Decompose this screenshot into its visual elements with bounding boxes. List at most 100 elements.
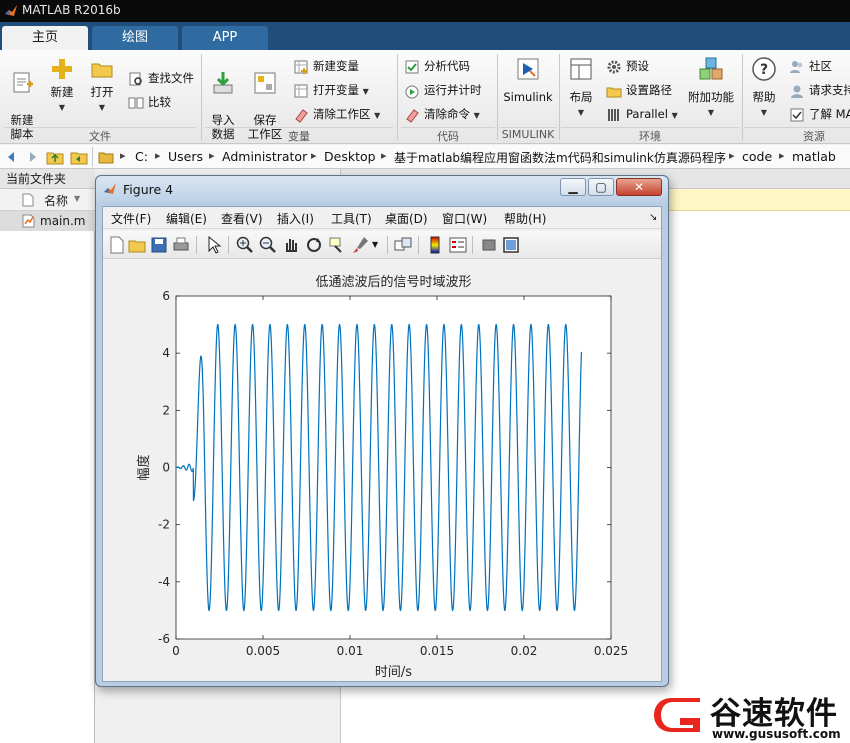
menu-edit[interactable]: 编辑(E) bbox=[166, 210, 207, 227]
open-variable-button[interactable]: 打开变量 ▼ bbox=[293, 80, 369, 100]
save-icon[interactable] bbox=[149, 235, 169, 255]
parallel-caret[interactable]: ▼ bbox=[672, 111, 678, 120]
analyze-code-icon bbox=[405, 60, 419, 73]
y-axis-label: 幅度 bbox=[136, 454, 152, 480]
menu-desktop[interactable]: 桌面(D) bbox=[385, 210, 428, 227]
new-figure-icon[interactable] bbox=[107, 235, 127, 255]
browse-folder-icon[interactable] bbox=[70, 148, 88, 166]
dock-arrow-icon[interactable]: ↘ bbox=[649, 212, 657, 223]
legend-icon[interactable] bbox=[448, 235, 468, 255]
colorbar-icon[interactable] bbox=[425, 235, 445, 255]
breadcrumb-item[interactable]: Users bbox=[168, 149, 203, 164]
print-icon[interactable] bbox=[171, 235, 191, 255]
data-cursor-icon[interactable] bbox=[327, 235, 347, 255]
pan-icon[interactable] bbox=[281, 235, 301, 255]
variable-group-label: 变量 bbox=[288, 130, 310, 143]
clear-commands-button[interactable]: 清除命令 ▼ bbox=[404, 104, 480, 124]
y-tick-label: 0 bbox=[162, 461, 170, 475]
open-button[interactable]: 打开 ▼ bbox=[84, 56, 120, 115]
y-tick-label: 4 bbox=[162, 346, 170, 360]
back-arrow-icon[interactable] bbox=[4, 149, 20, 165]
menu-view[interactable]: 查看(V) bbox=[221, 210, 263, 227]
addons-caret[interactable]: ▼ bbox=[708, 108, 714, 117]
menu-tools[interactable]: 工具(T) bbox=[331, 210, 372, 227]
breadcrumb-item[interactable]: C: bbox=[135, 149, 148, 164]
pointer-icon[interactable] bbox=[203, 235, 223, 255]
tab-apps[interactable]: APP bbox=[182, 26, 268, 50]
maximize-button[interactable]: ▢ bbox=[588, 178, 614, 196]
brush-icon[interactable] bbox=[350, 235, 370, 255]
compare-button[interactable]: 比较 bbox=[128, 92, 171, 112]
find-files-button[interactable]: 查找文件 bbox=[128, 68, 194, 88]
breadcrumb-item[interactable]: code bbox=[742, 149, 772, 164]
zoom-out-icon[interactable] bbox=[258, 235, 278, 255]
simulink-button[interactable]: Simulink bbox=[501, 56, 555, 104]
figure-window[interactable]: Figure 4 ▁ ▢ ✕ 文件(F) 编辑(E) 查看(V) 插入(I) 工… bbox=[95, 175, 669, 687]
new-variable-button[interactable]: 新建变量 bbox=[293, 56, 359, 76]
file-list-item[interactable]: main.m bbox=[0, 211, 95, 231]
simulink-group-label: SIMULINK bbox=[501, 128, 555, 141]
breadcrumb-separator: ▸ bbox=[155, 149, 161, 162]
x-tick-label: 0.01 bbox=[337, 644, 364, 658]
learn-matlab-button[interactable]: 了解 MA bbox=[789, 104, 850, 124]
hide-plot-tools-icon[interactable] bbox=[479, 235, 499, 255]
set-path-button[interactable]: 设置路径 bbox=[606, 80, 672, 100]
clear-commands-caret[interactable]: ▼ bbox=[474, 111, 480, 120]
parallel-button[interactable]: Parallel ▼ bbox=[606, 104, 678, 124]
clear-workspace-button[interactable]: 清除工作区 ▼ bbox=[293, 104, 380, 124]
tab-plots[interactable]: 绘图 bbox=[92, 26, 178, 50]
addons-button[interactable]: 附加功能 ▼ bbox=[686, 56, 736, 120]
zoom-in-icon[interactable] bbox=[235, 235, 255, 255]
brush-dropdown-caret[interactable]: ▼ bbox=[372, 240, 378, 249]
new-button[interactable]: 新建 ▼ bbox=[44, 56, 80, 115]
run-and-time-button[interactable]: 运行并计时 bbox=[404, 80, 482, 100]
community-button[interactable]: 社区 bbox=[789, 56, 832, 76]
menu-help[interactable]: 帮助(H) bbox=[504, 210, 546, 227]
name-column-header[interactable]: 名称 ▼ bbox=[0, 189, 95, 211]
line-chart[interactable]: 低通滤波后的信号时域波形 0 0.005 0.01 0.015 0.02 0.025 -6 -4… bbox=[103, 260, 661, 681]
breadcrumb-item[interactable]: 基于matlab编程应用窗函数法m代码和simulink仿真源码程序 bbox=[394, 149, 726, 166]
forward-arrow-icon[interactable] bbox=[24, 149, 40, 165]
menu-window[interactable]: 窗口(W) bbox=[442, 210, 487, 227]
rotate-icon[interactable] bbox=[304, 235, 324, 255]
address-bar: ▸ C: ▸ Users ▸ Administrator ▸ Desktop ▸… bbox=[0, 145, 850, 169]
link-plot-icon[interactable] bbox=[393, 235, 413, 255]
menu-file[interactable]: 文件(F) bbox=[111, 210, 151, 227]
svg-text:?: ? bbox=[760, 62, 768, 78]
menu-insert[interactable]: 插入(I) bbox=[277, 210, 314, 227]
open-variable-caret[interactable]: ▼ bbox=[363, 87, 369, 96]
figure-titlebar[interactable]: Figure 4 ▁ ▢ ✕ bbox=[96, 176, 668, 202]
breadcrumb-item[interactable]: Administrator bbox=[222, 149, 307, 164]
tab-home[interactable]: 主页 bbox=[2, 26, 88, 50]
layout-caret[interactable]: ▼ bbox=[578, 108, 584, 117]
layout-button[interactable]: 布局 ▼ bbox=[563, 56, 599, 120]
close-button[interactable]: ✕ bbox=[616, 178, 662, 196]
run-and-time-label: 运行并计时 bbox=[424, 83, 482, 97]
gear-icon bbox=[607, 60, 621, 73]
breadcrumb-item[interactable]: matlab bbox=[792, 149, 836, 164]
community-label: 社区 bbox=[809, 59, 832, 73]
request-support-button[interactable]: 请求支持 bbox=[789, 80, 850, 100]
breadcrumb-separator: ▸ bbox=[729, 149, 735, 162]
open-label: 打开 bbox=[90, 85, 114, 99]
preferences-button[interactable]: 预设 bbox=[606, 56, 649, 76]
new-dropdown-caret[interactable]: ▼ bbox=[59, 103, 65, 112]
clear-workspace-caret[interactable]: ▼ bbox=[374, 111, 380, 120]
open-dropdown-caret[interactable]: ▼ bbox=[99, 103, 105, 112]
sort-caret-icon[interactable]: ▼ bbox=[74, 194, 80, 203]
show-plot-tools-icon[interactable] bbox=[501, 235, 521, 255]
breadcrumb-item[interactable]: Desktop bbox=[324, 149, 376, 164]
up-folder-icon[interactable] bbox=[46, 148, 64, 166]
help-button[interactable]: ? 帮助 ▼ bbox=[746, 56, 782, 120]
help-caret[interactable]: ▼ bbox=[761, 108, 767, 117]
open-file-icon[interactable] bbox=[127, 235, 147, 255]
toolbar-separator bbox=[472, 236, 473, 254]
addons-cubes-icon bbox=[699, 57, 723, 80]
minimize-button[interactable]: ▁ bbox=[560, 178, 586, 196]
file-name: main.m bbox=[40, 214, 86, 228]
figure-client-area: 文件(F) 编辑(E) 查看(V) 插入(I) 工具(T) 桌面(D) 窗口(W… bbox=[102, 206, 662, 682]
plot-area[interactable]: 低通滤波后的信号时域波形 0 0.005 0.01 0.015 0.02 0.025 -6 -4… bbox=[103, 260, 661, 681]
x-tick-label: 0.02 bbox=[511, 644, 538, 658]
parallel-label: Parallel bbox=[626, 107, 668, 121]
analyze-code-button[interactable]: 分析代码 bbox=[404, 56, 470, 76]
